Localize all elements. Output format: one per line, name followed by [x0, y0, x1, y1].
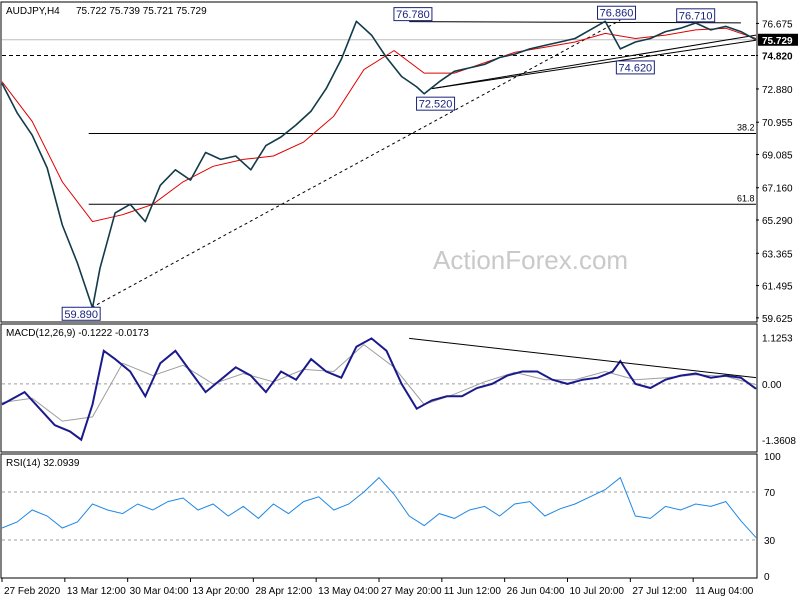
- time-axis-label: 11 Jun 12:00: [444, 586, 502, 597]
- forex-chart: AUDJPY,H4 75.722 75.739 75.721 75.729 MA…: [0, 1, 798, 597]
- macd-signal-line: [1, 343, 757, 422]
- rsi-axis-label: 30: [764, 536, 776, 547]
- time-axis-label: 13 Apr 20:00: [193, 586, 250, 597]
- rsi-axis-label: 100: [764, 452, 781, 463]
- rsi-axis-label: 70: [764, 488, 776, 499]
- price-axis-label: 76.675: [762, 19, 793, 30]
- fib-level-label: 38.2: [737, 123, 755, 133]
- macd-axis-label: 0.00: [762, 380, 782, 391]
- time-axis-label: 27 May 20:00: [381, 586, 442, 597]
- macd-panel-frame: [0, 323, 758, 453]
- time-axis-label: 11 Aug 04:00: [695, 586, 754, 597]
- price-axis-label: 70.955: [762, 118, 793, 129]
- time-axis-label: 27 Feb 2020: [4, 586, 61, 597]
- price-axis-label: 69.085: [762, 150, 793, 161]
- price-axis-label: 59.625: [762, 314, 793, 325]
- price-axis-label: 67.160: [762, 184, 793, 195]
- time-axis-label: 13 Mar 12:00: [67, 586, 126, 597]
- price-axis-label: 65.290: [762, 216, 793, 227]
- price-axis-label: 63.365: [762, 249, 793, 260]
- time-axis-label: 13 May 04:00: [318, 586, 379, 597]
- current-price-tag-text: 75.729: [762, 36, 793, 47]
- macd-axis-label: -1.3608: [762, 436, 796, 447]
- price-label-text: 72.520: [419, 99, 453, 111]
- price-panel-frame: [0, 1, 758, 323]
- time-axis-label: 28 Apr 12:00: [255, 586, 312, 597]
- macd-header: MACD(12,26,9) -0.1222 -0.0173: [6, 328, 149, 339]
- level-tag-text: 74.820: [762, 51, 793, 62]
- rsi-axis-label: 0: [764, 572, 770, 583]
- macd-trendline: [409, 337, 757, 379]
- macd-axis-label: 1.1253: [762, 333, 793, 344]
- price-label-text: 59.890: [64, 309, 98, 321]
- watermark: ActionForex.com: [433, 245, 628, 275]
- fib-level-label: 61.8: [737, 193, 755, 203]
- price-axis-label: 61.495: [762, 282, 793, 293]
- time-axis-label: 26 Jun 04:00: [507, 586, 565, 597]
- price-label-text: 76.780: [396, 9, 430, 21]
- price-label-text: 76.860: [600, 8, 634, 20]
- price-axis-label: 72.880: [762, 85, 793, 96]
- price-label-text: 76.710: [679, 10, 713, 22]
- time-axis-label: 27 Jul 12:00: [632, 586, 687, 597]
- symbol-header: AUDJPY,H4: [6, 6, 60, 17]
- rsi-panel-frame: [0, 453, 758, 579]
- rsi-line: [1, 476, 757, 538]
- ohlc-header: 75.722 75.739 75.721 75.729: [76, 6, 207, 17]
- macd-line: [1, 337, 757, 442]
- price-label-text: 74.620: [619, 62, 653, 74]
- time-axis-label: 10 Jul 20:00: [570, 586, 625, 597]
- rsi-header: RSI(14) 32.0939: [6, 458, 80, 469]
- trendline: [431, 34, 757, 90]
- time-axis-label: 30 Mar 04:00: [130, 586, 189, 597]
